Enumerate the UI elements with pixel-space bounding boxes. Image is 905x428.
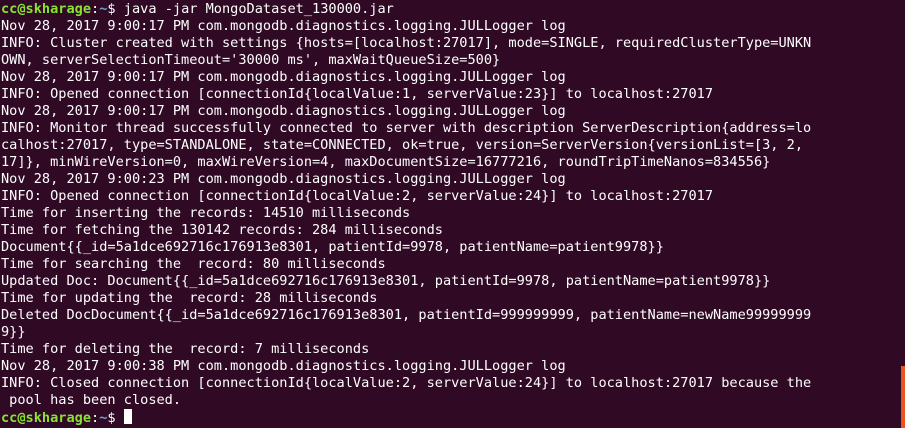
prompt-user-host: cc@skharage [1,1,92,17]
prompt-separator: : [91,1,100,17]
scrollbar-marker[interactable] [901,366,905,428]
output-line: Nov 28, 2017 9:00:17 PM com.mongodb.diag… [1,18,566,34]
command-line: cc@skharage:~$ java -jar MongoDataset_13… [1,1,905,18]
output-line: INFO: Monitor thread successfully connec… [1,120,812,136]
output-line: Time for deleting the record: 7 millisec… [1,341,370,357]
final-prompt-line[interactable]: cc@skharage:~$ [1,409,905,426]
output-line: Nov 28, 2017 9:00:17 PM com.mongodb.diag… [1,69,566,85]
output-line: Updated Doc: Document{{_id=5a1dce692716c… [1,273,771,289]
prompt-symbol: $ [107,410,124,426]
output-line: Time for inserting the records: 14510 mi… [1,205,411,221]
prompt-symbol: $ [107,1,124,17]
output-line: Time for searching the record: 80 millis… [1,256,386,272]
output-line: Nov 28, 2017 9:00:23 PM com.mongodb.diag… [1,171,566,187]
text-cursor[interactable] [123,409,132,424]
output-line: Nov 28, 2017 9:00:38 PM com.mongodb.diag… [1,358,566,374]
output-line: calhost:27017, type=STANDALONE, state=CO… [1,137,804,153]
terminal-window[interactable]: cc@skharage:~$ java -jar MongoDataset_13… [0,0,905,428]
output-line: OWN, serverSelectionTimeout='30000 ms', … [1,52,501,68]
command-text: java -jar MongoDataset_130000.jar [123,1,394,17]
output-line: Time for updating the record: 28 millise… [1,290,378,306]
output-line: INFO: Opened connection [connectionId{lo… [1,188,714,204]
output-line: Deleted DocDocument{{_id=5a1dce692716c17… [1,307,812,323]
output-line: INFO: Opened connection [connectionId{lo… [1,86,714,102]
prompt-separator: : [91,410,100,426]
output-line: Time for fetching the 130142 records: 28… [1,222,443,238]
output-line: pool has been closed. [1,392,182,408]
output-line: 9}} [1,324,26,340]
output-line: 17]}, minWireVersion=0, maxWireVersion=4… [1,154,771,170]
prompt-user-host: cc@skharage [1,410,92,426]
output-line: Nov 28, 2017 9:00:17 PM com.mongodb.diag… [1,103,566,119]
output-line: INFO: Cluster created with settings {hos… [1,35,812,51]
output-line: INFO: Closed connection [connectionId{lo… [1,375,812,391]
output-line: Document{{_id=5a1dce692716c176913e8301, … [1,239,664,255]
